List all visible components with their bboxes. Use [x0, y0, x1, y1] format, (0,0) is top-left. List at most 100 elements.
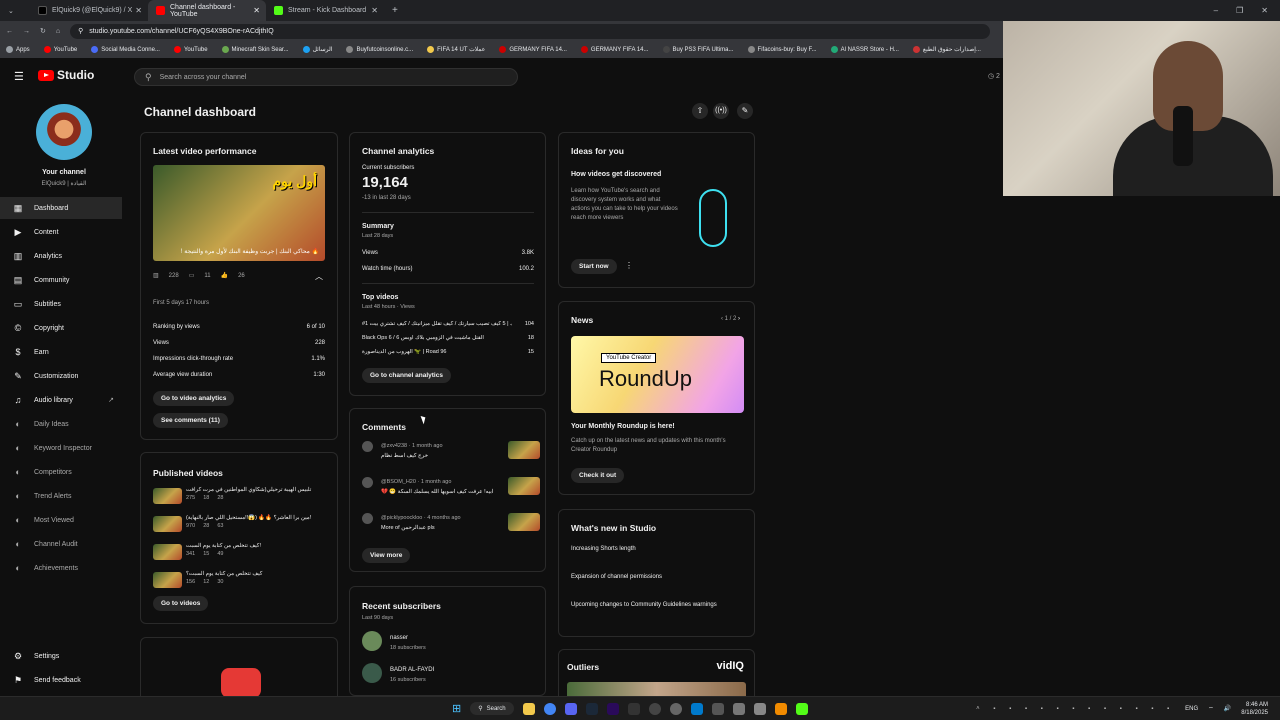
sidebar-item-subtitles[interactable]: ▭ Subtitles [0, 293, 122, 315]
edit-post-icon[interactable]: ✎ [737, 103, 753, 119]
sidebar-item-most-viewed[interactable]: ◐ Most Viewed [0, 509, 122, 531]
app-icon[interactable] [711, 702, 724, 715]
close-icon[interactable]: ✕ [253, 6, 260, 15]
chrome-icon[interactable] [543, 702, 556, 715]
site-info-icon[interactable]: ⚲ [78, 27, 83, 35]
sidebar-item-achievements[interactable]: ◐ Achievements [0, 557, 122, 579]
subscriber-item[interactable]: nasser 18 subscribers [362, 631, 540, 663]
vlc-icon[interactable] [774, 702, 787, 715]
discord-icon[interactable] [564, 702, 577, 715]
steam-icon[interactable] [585, 702, 598, 715]
history-icon[interactable]: ◷ 2 [988, 72, 1000, 80]
sidebar-item-channel-audit[interactable]: ◐ Channel Audit [0, 533, 122, 555]
subscriber-item[interactable]: BADR AL-FAYDI 16 subscribers [362, 663, 540, 695]
obs-icon[interactable] [648, 702, 661, 715]
sidebar-item-customization[interactable]: ✎ Customization [0, 365, 122, 387]
close-window-icon[interactable]: ✕ [1261, 6, 1268, 15]
sidebar-item-send-feedback[interactable]: ⚑ Send feedback [0, 669, 122, 691]
file-explorer-icon[interactable] [522, 702, 535, 715]
sidebar-item-daily-ideas[interactable]: ◐ Daily Ideas [0, 413, 122, 435]
comment-item[interactable]: @BSOM_H20 · 1 month ago 💔 😁 ابيه! عرفت كي… [362, 477, 540, 513]
minimize-icon[interactable]: – [1214, 6, 1218, 15]
bookmark-item[interactable]: Fifacoins-buy: Buy F... [747, 46, 817, 53]
sidebar-item-settings[interactable]: ⚙ Settings [0, 645, 122, 667]
chevron-down-icon[interactable]: ⌄ [8, 7, 14, 15]
bookmark-item[interactable]: YouTube [43, 46, 77, 53]
taskbar-search[interactable]: ⚲ Search [470, 702, 514, 715]
language-indicator[interactable]: ENG [1185, 706, 1198, 712]
video-thumbnail[interactable]: أول يوم ! محاكي البنك | جربت وظيفة البنك… [153, 165, 325, 261]
app-icon[interactable] [669, 702, 682, 715]
bookmark-item[interactable]: Buyfutcoinsonline.c... [346, 46, 413, 53]
top-video-row[interactable]: الهروب من الديناصورة 🦖 | Road 96 15 [362, 345, 534, 359]
avatar[interactable] [36, 104, 92, 160]
sidebar-item-community[interactable]: ▤ Community [0, 269, 122, 291]
new-tab-button[interactable]: + [384, 0, 404, 21]
close-icon[interactable]: ✕ [371, 6, 378, 15]
top-video-row[interactable]: Black Ops 6 / القتل ماشيت في الزومبي بلا… [362, 331, 534, 345]
tray-icons[interactable]: ˄ ▪ ▪ ▪ ▪ ▪ ▪ ▪ ▪ ▪ ▪ ▪ ▪ [976, 706, 1175, 712]
more-options-icon[interactable]: ⋮ [625, 261, 633, 270]
terminal-icon[interactable] [627, 702, 640, 715]
url-input[interactable]: ⚲ studio.youtube.com/channel/UCF6yQS4X9BO… [70, 23, 990, 39]
check-it-out-button[interactable]: Check it out [571, 468, 625, 483]
reload-icon[interactable]: ↻ [40, 27, 46, 35]
close-icon[interactable]: ✕ [135, 6, 142, 15]
bookmark-item[interactable]: Minecraft Skin Sear... [221, 46, 289, 53]
app-icon[interactable] [753, 702, 766, 715]
sidebar-item-earn[interactable]: $ Earn [0, 341, 122, 363]
app-icon[interactable] [732, 702, 745, 715]
tab-x-profile[interactable]: ElQuick9 (@ElQuick9) / X ✕ [30, 0, 148, 21]
tab-kick[interactable]: Stream - Kick Dashboard ✕ [266, 0, 384, 21]
see-comments-button[interactable]: See comments (11) [153, 413, 228, 428]
comment-item[interactable]: @picklypoockloo · 4 months ago More of عب… [362, 513, 540, 549]
bookmark-item[interactable]: Buy PS3 FIFA Ultima... [662, 46, 734, 53]
published-video-item[interactable]: تلبيس الهيبة ترحيلي(شكاوي المواطنين في م… [153, 486, 333, 514]
home-icon[interactable]: ⌂ [56, 28, 60, 35]
vscode-icon[interactable] [690, 702, 703, 715]
bookmark-item[interactable]: إصدارات حقوق الطبع... [912, 46, 981, 53]
bookmark-item[interactable]: GERMANY FIFA 14... [580, 46, 649, 53]
tab-x[interactable]: ⌄ [0, 0, 30, 21]
clock[interactable]: 8:46 AM 8/18/2025 [1241, 701, 1268, 717]
comment-item[interactable]: @zxv4238 · 1 month ago خرج كيف اسط نظام [362, 441, 540, 477]
bookmark-item[interactable]: Apps [6, 46, 30, 53]
sidebar-item-audio-library[interactable]: ♫ Audio library ↗ [0, 389, 122, 411]
sidebar-item-copyright[interactable]: © Copyright [0, 317, 122, 339]
published-video-item[interactable]: كيف تتخلص من كتابة يوم السبت؟ 156 12 30 [153, 570, 333, 598]
published-video-item[interactable]: كيف تتخلص من كتابة يوم السبت! 341 15 49 [153, 542, 333, 570]
premiere-icon[interactable] [606, 702, 619, 715]
view-more-button[interactable]: View more [362, 548, 411, 563]
bookmark-item[interactable]: Al NASSR Store - H... [830, 46, 899, 53]
bookmark-item[interactable]: FIFA 14 UT عملات [427, 46, 485, 53]
bookmark-item[interactable]: الرسائل [302, 46, 332, 53]
sidebar-item-keyword-inspector[interactable]: ◐ Keyword Inspector [0, 437, 122, 459]
chevron-up-icon[interactable]: ︿ [315, 271, 323, 282]
sidebar-item-trend-alerts[interactable]: ◐ Trend Alerts [0, 485, 122, 507]
wifi-icon[interactable]: ⌔ [1208, 705, 1214, 713]
bookmark-item[interactable]: Social Media Conne... [91, 46, 160, 53]
sidebar-item-analytics[interactable]: ▥ Analytics [0, 245, 122, 267]
bookmark-item[interactable]: YouTube [173, 46, 208, 53]
start-now-button[interactable]: Start now [571, 259, 617, 274]
kick-icon[interactable] [795, 702, 808, 715]
menu-icon[interactable]: ☰ [14, 70, 24, 83]
whats-new-item[interactable]: Expansion of channel permissions [571, 572, 743, 600]
go-to-video-analytics-button[interactable]: Go to video analytics [153, 391, 235, 406]
published-video-item[interactable]: (مستحيل اللي صار بالنهاية!!😱) 🔥🔥 مين برا… [153, 514, 333, 542]
start-icon[interactable]: ⊞ [452, 702, 461, 715]
bookmark-item[interactable]: GERMANY FIFA 14... [499, 46, 567, 53]
maximize-icon[interactable]: ❐ [1236, 6, 1243, 15]
search-input[interactable]: ⚲ Search across your channel [134, 68, 518, 86]
next-icon[interactable]: › [738, 316, 740, 322]
youtube-studio-logo[interactable]: Studio [38, 68, 94, 82]
tab-youtube-studio[interactable]: Channel dashboard - YouTube ✕ [148, 0, 266, 21]
go-to-channel-analytics-button[interactable]: Go to channel analytics [362, 368, 451, 383]
back-icon[interactable]: ← [6, 28, 13, 35]
whats-new-item[interactable]: Increasing Shorts length [571, 544, 743, 572]
upload-icon[interactable]: ⇧ [692, 103, 708, 119]
sidebar-item-competitors[interactable]: ◐ Competitors [0, 461, 122, 483]
go-to-videos-button[interactable]: Go to videos [153, 596, 209, 611]
sidebar-item-content[interactable]: ▶ Content [0, 221, 122, 243]
forward-icon[interactable]: → [23, 28, 30, 35]
